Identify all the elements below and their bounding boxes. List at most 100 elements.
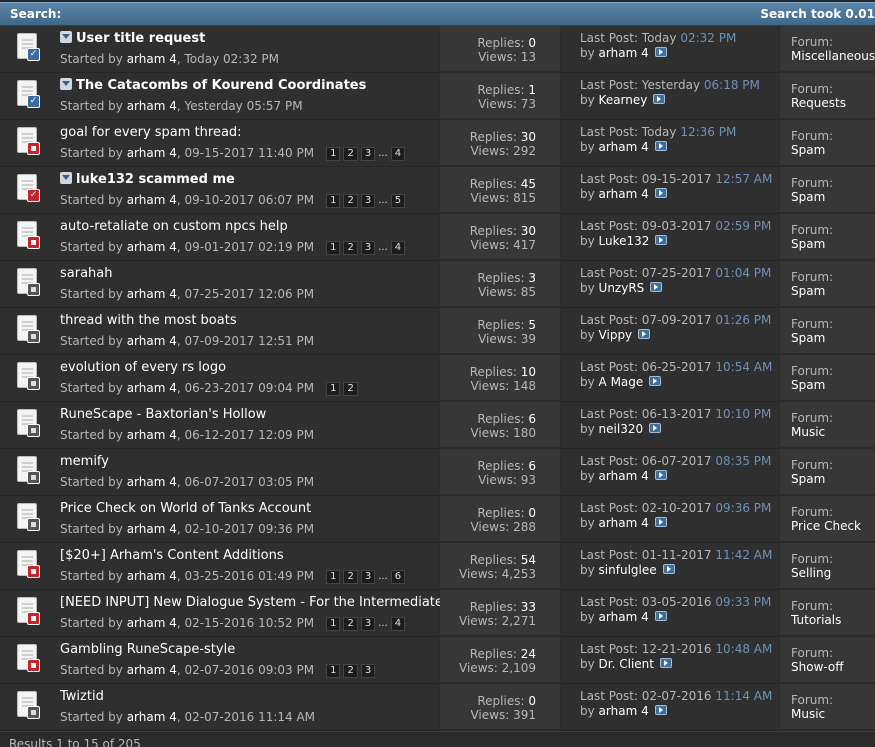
forum-link[interactable]: Spam: [791, 143, 825, 157]
page-link[interactable]: 1: [326, 570, 341, 584]
goto-last-post-icon[interactable]: [654, 611, 667, 621]
thread-title-link[interactable]: Gambling RuneScape-style: [60, 642, 235, 657]
forum-link[interactable]: Spam: [791, 472, 825, 486]
last-post-user-link[interactable]: A Mage: [599, 375, 644, 389]
last-post-user-link[interactable]: arham 4: [599, 610, 649, 624]
page-link[interactable]: 1: [326, 664, 341, 678]
goto-last-post-icon[interactable]: [649, 376, 662, 386]
last-post-user-link[interactable]: Dr. Client: [599, 657, 654, 671]
forum-link[interactable]: Show-off: [791, 660, 844, 674]
thread-title-link[interactable]: sarahah: [60, 266, 113, 281]
page-link[interactable]: 2: [343, 147, 358, 161]
forum-link[interactable]: Selling: [791, 566, 831, 580]
page-link[interactable]: 2: [343, 570, 358, 584]
thread-title-link[interactable]: RuneScape - Baxtorian's Hollow: [60, 407, 266, 422]
forum-link[interactable]: Price Check: [791, 519, 861, 533]
thread-title-link[interactable]: Price Check on World of Tanks Account: [60, 501, 311, 516]
page-link[interactable]: 2: [343, 664, 358, 678]
page-link[interactable]: 3: [360, 194, 376, 208]
page-link[interactable]: 2: [343, 382, 358, 396]
page-link[interactable]: 2: [343, 194, 358, 208]
last-post-user-link[interactable]: arham 4: [599, 704, 649, 718]
page-link[interactable]: 5: [390, 194, 406, 208]
forum-link[interactable]: Spam: [791, 331, 825, 345]
starter-username-link[interactable]: arham 4: [127, 475, 177, 489]
starter-username-link[interactable]: arham 4: [127, 569, 177, 583]
page-link[interactable]: 3: [360, 147, 376, 161]
last-post-user-link[interactable]: arham 4: [599, 516, 649, 530]
last-post-user-link[interactable]: arham 4: [599, 46, 649, 60]
last-post-user-link[interactable]: arham 4: [599, 187, 649, 201]
thread-title-link[interactable]: luke132 scammed me: [76, 172, 235, 187]
starter-username-link[interactable]: arham 4: [127, 99, 177, 113]
thread-title-link[interactable]: memify: [60, 454, 109, 469]
page-link[interactable]: 1: [326, 617, 341, 631]
thread-title-link[interactable]: goal for every spam thread:: [60, 125, 242, 140]
goto-last-post-icon[interactable]: [638, 329, 651, 339]
forum-link[interactable]: Requests: [791, 96, 846, 110]
goto-last-post-icon[interactable]: [654, 517, 667, 527]
last-post-user-link[interactable]: arham 4: [599, 469, 649, 483]
page-link[interactable]: 4: [390, 147, 406, 161]
goto-last-post-icon[interactable]: [654, 470, 667, 480]
starter-username-link[interactable]: arham 4: [127, 428, 177, 442]
last-post-user-link[interactable]: arham 4: [599, 140, 649, 154]
page-link[interactable]: 4: [390, 241, 406, 255]
forum-link[interactable]: Music: [791, 425, 825, 439]
page-link[interactable]: 2: [343, 241, 358, 255]
last-post-user-link[interactable]: UnzyRS: [599, 281, 645, 295]
thread-title-link[interactable]: auto-retaliate on custom npcs help: [60, 219, 288, 234]
goto-last-post-icon[interactable]: [649, 423, 662, 433]
thread-title-link[interactable]: [$20+] Arham's Content Additions: [60, 548, 284, 563]
page-link[interactable]: 2: [343, 617, 358, 631]
goto-last-post-icon[interactable]: [662, 564, 675, 574]
last-post-user-link[interactable]: sinfulglee: [599, 563, 657, 577]
forum-link[interactable]: Spam: [791, 284, 825, 298]
page-link[interactable]: 3: [360, 570, 376, 584]
last-post-user-link[interactable]: Luke132: [599, 234, 650, 248]
page-link[interactable]: 1: [326, 382, 341, 396]
goto-last-post-icon[interactable]: [653, 94, 666, 104]
forum-link[interactable]: Spam: [791, 237, 825, 251]
goto-last-post-icon[interactable]: [654, 705, 667, 715]
starter-username-link[interactable]: arham 4: [127, 334, 177, 348]
thread-title-link[interactable]: Twiztid: [60, 689, 104, 704]
page-link[interactable]: 1: [326, 241, 341, 255]
starter-username-link[interactable]: arham 4: [127, 381, 177, 395]
goto-last-post-icon[interactable]: [654, 141, 667, 151]
forum-link[interactable]: Spam: [791, 190, 825, 204]
starter-username-link[interactable]: arham 4: [127, 710, 177, 724]
starter-username-link[interactable]: arham 4: [127, 287, 177, 301]
thread-title-link[interactable]: The Catacombs of Kourend Coordinates: [76, 78, 366, 93]
goto-last-post-icon[interactable]: [654, 47, 667, 57]
forum-link[interactable]: Spam: [791, 378, 825, 392]
starter-username-link[interactable]: arham 4: [127, 146, 177, 160]
forum-link[interactable]: Music: [791, 707, 825, 721]
page-link[interactable]: 4: [390, 617, 406, 631]
page-link[interactable]: 6: [390, 570, 406, 584]
page-link[interactable]: 3: [360, 617, 376, 631]
last-post-user-link[interactable]: neil320: [599, 422, 644, 436]
starter-username-link[interactable]: arham 4: [127, 193, 177, 207]
thread-title-link[interactable]: thread with the most boats: [60, 313, 237, 328]
goto-last-post-icon[interactable]: [650, 282, 663, 292]
forum-link[interactable]: Miscellaneous: [791, 49, 875, 63]
page-link[interactable]: 3: [360, 241, 376, 255]
page-link[interactable]: 1: [326, 194, 341, 208]
starter-username-link[interactable]: arham 4: [127, 522, 177, 536]
starter-username-link[interactable]: arham 4: [127, 663, 177, 677]
goto-last-post-icon[interactable]: [660, 658, 672, 668]
starter-username-link[interactable]: arham 4: [127, 52, 177, 66]
page-link[interactable]: 3: [360, 664, 376, 678]
thread-title-link[interactable]: User title request: [76, 31, 205, 46]
starter-username-link[interactable]: arham 4: [127, 616, 177, 630]
goto-last-post-icon[interactable]: [655, 235, 668, 245]
last-post-user-link[interactable]: Vippy: [599, 328, 633, 342]
starter-username-link[interactable]: arham 4: [127, 240, 177, 254]
last-post-user-link[interactable]: Kearney: [599, 93, 648, 107]
forum-link[interactable]: Tutorials: [791, 613, 841, 627]
thread-title-link[interactable]: [NEED INPUT] New Dialogue System - For t…: [60, 595, 443, 610]
thread-title-link[interactable]: evolution of every rs logo: [60, 360, 226, 375]
goto-last-post-icon[interactable]: [654, 188, 667, 198]
page-link[interactable]: 1: [326, 147, 341, 161]
